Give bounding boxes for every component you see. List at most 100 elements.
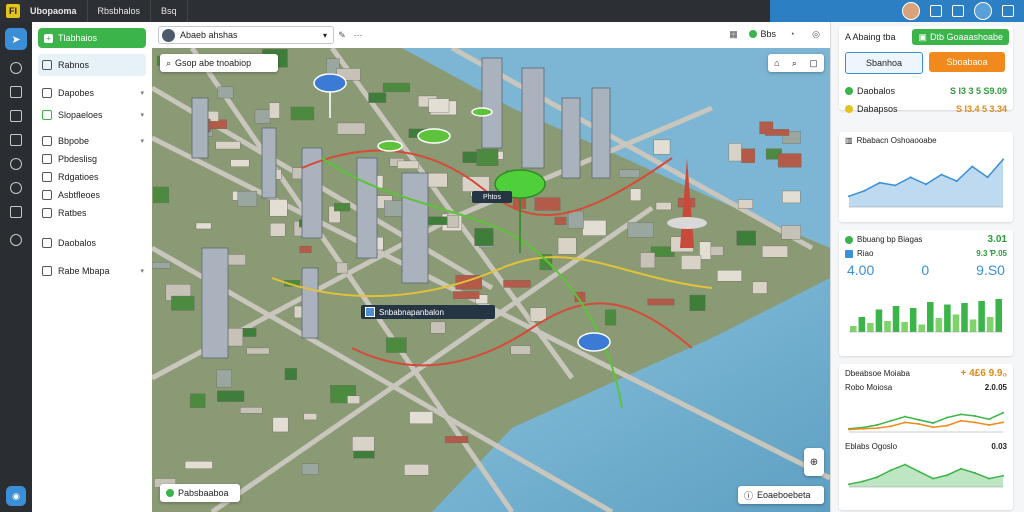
sidebar-item-5[interactable]: Rdgatioes (32, 168, 152, 186)
building-block (303, 413, 317, 421)
building-block (534, 197, 561, 211)
settings-icon[interactable] (10, 234, 22, 246)
legend-text: Pabsbaaboa (178, 488, 229, 498)
chart2-sub-value: 9.3 Ƥ.05 (976, 249, 1007, 258)
sidebar-item-4[interactable]: Pbdeslisg (32, 150, 152, 168)
help-icon[interactable]: ◉ (6, 486, 26, 506)
chart3-svg (848, 411, 1004, 433)
chart-dot-icon (845, 235, 853, 244)
zoom-button[interactable]: ⊕ (804, 448, 824, 476)
building-block (246, 347, 270, 355)
marker-blue-dome-icon[interactable] (577, 332, 611, 352)
chart-card-2: Bbuang bp Biagas 3.01 Riao 9.3 Ƥ.05 4.00 0… (839, 230, 1013, 356)
map-toolbar: Abaeb ahshas ▾ ✎ ⋯ ▦ Bbs ◔ ◎ (152, 22, 830, 49)
menu-item-2[interactable]: Bsq (151, 0, 188, 22)
kpi-label: Daobalos (857, 86, 896, 96)
building-block (476, 148, 499, 167)
sidebar-item-6[interactable]: Asbtfleoes (32, 186, 152, 204)
menu-item-1[interactable]: Rbsbhalos (88, 0, 152, 22)
chart-point (988, 423, 990, 426)
settings-icon[interactable]: ◎ (808, 26, 824, 42)
sidebar-item-0[interactable]: Rabnos (38, 54, 146, 76)
building-block (425, 216, 450, 225)
layers-icon[interactable] (10, 86, 22, 98)
notification-icon[interactable] (930, 5, 942, 17)
building-block (452, 291, 480, 299)
marker-green-icon[interactable] (377, 140, 403, 152)
building-block (216, 369, 232, 388)
app-brand[interactable]: Ubopaoma (20, 0, 88, 22)
secondary-button[interactable]: Sbanhoa (845, 52, 923, 74)
list-icon[interactable] (10, 134, 22, 146)
chart-point (1002, 474, 1004, 477)
marker-green-icon[interactable] (471, 107, 493, 117)
sidebar-item-8[interactable]: Daobalos (32, 232, 152, 254)
map-icon (42, 266, 52, 276)
sidebar-item-3[interactable]: Bbpobe ▾ (32, 132, 152, 150)
sidebar-item-2[interactable]: Slopaeloes ▾ (32, 104, 152, 126)
building-block (444, 436, 469, 444)
chart-point (932, 477, 934, 480)
chart4-header: Eblabs Ogoslo 0.03 (839, 438, 1013, 455)
zoom-icon: ⊕ (809, 456, 819, 468)
map-tooltip[interactable]: Snbabnapanbalon (361, 305, 495, 319)
refresh-icon[interactable]: ◔ (784, 26, 800, 42)
building-block (217, 390, 245, 402)
panel-header-badge[interactable]: ▣ Dtb Goaaashoabe (912, 29, 1009, 45)
sidebar-item-label: Pbdeslisg (58, 154, 98, 164)
grid-icon (42, 154, 52, 164)
send-icon[interactable]: ➤ (5, 28, 27, 50)
project-select[interactable]: Abaeb ahshas ▾ (158, 26, 334, 44)
calendar-icon[interactable]: ▦ (725, 26, 741, 42)
edit-icon[interactable]: ✎ (334, 27, 350, 43)
check-icon (42, 110, 52, 120)
menu-icon[interactable] (1002, 5, 1014, 17)
document-icon[interactable] (10, 110, 22, 122)
list-icon (42, 136, 52, 146)
account-avatar[interactable] (974, 2, 992, 20)
building-block (699, 241, 712, 260)
legend-chip[interactable]: Pabsbaaboa (160, 484, 240, 502)
user-avatar[interactable] (902, 2, 920, 20)
compass-icon[interactable] (10, 62, 22, 74)
home-icon[interactable]: ⌂ (774, 58, 779, 68)
map-controls: ⌂ ⌕ ▢ (768, 54, 824, 72)
search-icon[interactable]: ⌕ (792, 58, 797, 69)
apps-icon[interactable] (952, 5, 964, 17)
building-block (189, 393, 206, 408)
document-icon (42, 88, 52, 98)
tooltip-square-icon (365, 307, 375, 317)
primary-button[interactable]: Sboabaoa (929, 52, 1005, 72)
pin-icon[interactable] (10, 158, 22, 170)
building-block (557, 237, 577, 255)
chart-bar (867, 323, 874, 332)
fullscreen-icon[interactable]: ▢ (809, 58, 818, 69)
more-icon[interactable]: ⋯ (350, 27, 366, 43)
chart-point (988, 477, 990, 480)
sidebar-item-9[interactable]: Rabe Mbapa ▾ (32, 260, 152, 282)
new-item-button[interactable]: + Tlabhaios (38, 28, 146, 48)
scale-chip[interactable]: ⓘ Eoaeboebeta (738, 486, 824, 504)
building-block (215, 141, 241, 150)
chevron-down-icon: ▾ (140, 268, 144, 275)
chart-bar (901, 322, 908, 332)
sidebar-item-label: Dapobes (58, 88, 95, 98)
building-block (230, 159, 250, 167)
map-search-box[interactable]: ⌕ Gsop abe tnoabiop (160, 54, 278, 72)
clock-icon[interactable] (10, 182, 22, 194)
sidebar-item-7[interactable]: Ratbes (32, 204, 152, 222)
folder-icon[interactable] (10, 206, 22, 218)
chart-dot-icon (845, 249, 853, 258)
chart3-header: Dbeabsoe Moiaba + 4£6 9.9₀ (839, 364, 1013, 383)
building-block (503, 280, 531, 288)
status-indicator[interactable]: Bbs (749, 29, 776, 39)
tag-icon (42, 190, 52, 200)
marker-green-icon[interactable] (417, 128, 451, 144)
chart4-svg (848, 463, 1004, 488)
city-map[interactable]: ⌕ Gsop abe tnoabiop ⌂ ⌕ ▢ Phtos Snbabnap… (152, 48, 830, 512)
kpi-row-0: Daobalos S Ɩ3 3 5 S9.09 (839, 82, 1013, 100)
chevron-down-icon: ▾ (140, 90, 144, 97)
map-tag[interactable]: Phtos (472, 191, 512, 203)
sidebar-item-1[interactable]: Dapobes ▾ (32, 82, 152, 104)
building-block (765, 129, 790, 136)
